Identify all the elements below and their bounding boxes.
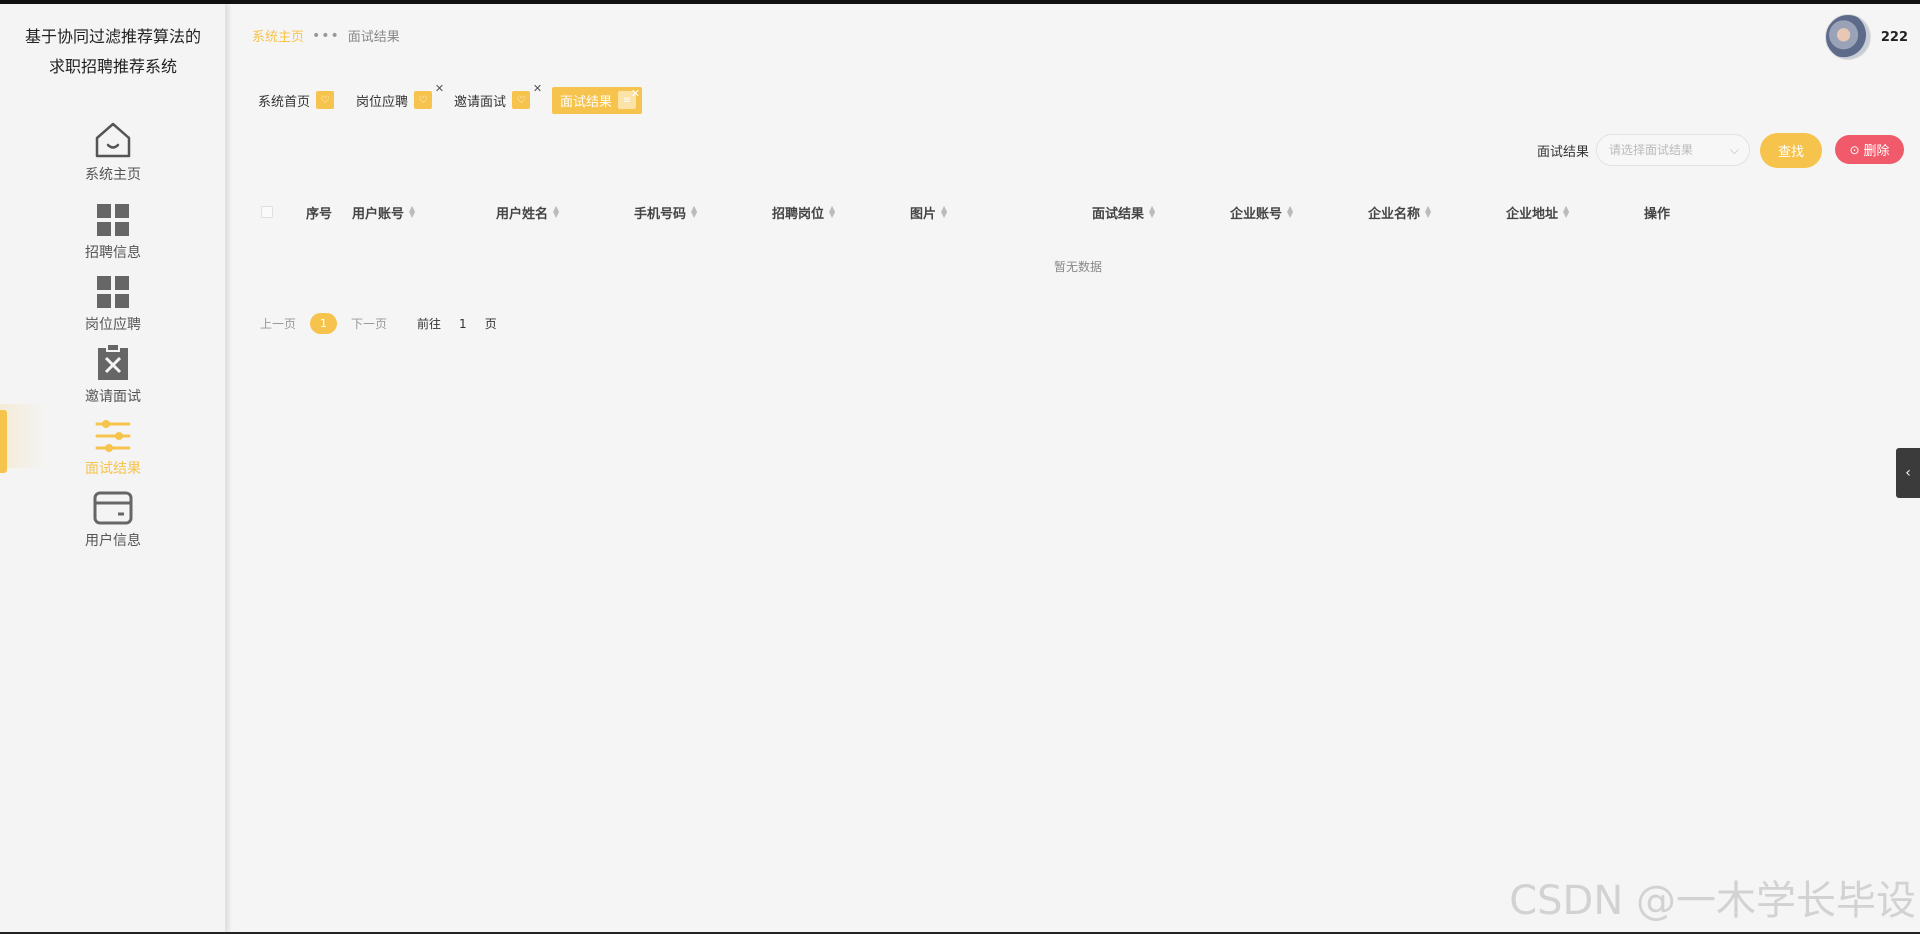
heart-icon: ♡ (414, 91, 433, 109)
sort-icon[interactable]: ▲ ▼ (1149, 205, 1155, 219)
app-title-line1: 基于协同过滤推荐算法的 (24, 27, 201, 46)
select-placeholder: 请选择面试结果 (1609, 143, 1694, 157)
page-1-button[interactable]: 1 (310, 313, 338, 334)
sort-icon[interactable]: ▲ ▼ (829, 205, 835, 219)
page-unit-label: 页 (484, 317, 497, 331)
window-top-border (0, 0, 1920, 4)
tag-label: 邀请面试 (454, 94, 507, 110)
sidebar-item-home[interactable]: 系统主页 (0, 116, 226, 188)
chevron-left-icon[interactable]: ‹ (1896, 448, 1920, 498)
breadcrumb-separator: ••• (312, 27, 340, 44)
sliders-icon (90, 410, 136, 454)
column-user-name[interactable]: 用户姓名 ▲ ▼ (496, 198, 559, 226)
breadcrumb-home[interactable]: 系统主页 (252, 26, 304, 45)
goto-label: 前往 (417, 317, 442, 331)
search-button[interactable]: 查找 (1760, 133, 1822, 168)
column-company-name[interactable]: 企业名称 ▲ ▼ (1368, 198, 1431, 226)
empty-state: 暂无数据 (1054, 260, 1103, 274)
delete-icon: ⊙ (1849, 142, 1860, 157)
close-icon[interactable]: ✕ (533, 82, 542, 95)
sort-icon[interactable]: ▲ ▼ (409, 205, 415, 219)
app-title-line2: 求职招聘推荐系统 (48, 57, 177, 76)
column-actions: 操作 (1644, 206, 1671, 222)
sidebar-item-user-info[interactable]: 用户信息 (0, 482, 226, 554)
app-title: 基于协同过滤推荐算法的 求职招聘推荐系统 (0, 22, 226, 82)
close-icon[interactable]: ✕ (435, 82, 444, 95)
tab-tags: 系统首页 ♡ 岗位应聘 ♡ ✕ 邀请面试 ♡ ✕ 面试结果 ≡ ✕ (258, 82, 664, 114)
tag-applications[interactable]: 岗位应聘 ♡ ✕ (356, 82, 444, 114)
column-image[interactable]: 图片 ▲ ▼ (910, 198, 947, 226)
close-icon[interactable]: ✕ (631, 87, 640, 100)
avatar[interactable] (1824, 14, 1871, 60)
table-header: 序号 用户账号 ▲ ▼ 用户姓名 ▲ ▼ 手机号码 ▲ ▼ 招聘岗位 ▲ ▼ 图片 ▲ ▼ 面试结果… (258, 198, 1908, 226)
delete-button[interactable]: ⊙ 删除 (1835, 135, 1904, 164)
tag-home[interactable]: 系统首页 ♡ (258, 86, 335, 114)
username: 222 (1880, 29, 1908, 45)
clipboard-x-icon (90, 338, 136, 382)
tag-label: 面试结果 (560, 94, 613, 110)
tag-interview-invites[interactable]: 邀请面试 ♡ ✕ (454, 82, 542, 114)
sidebar-item-applications[interactable]: 岗位应聘 (0, 266, 226, 338)
chevron-down-icon: ⌵ (1729, 143, 1739, 157)
sort-icon[interactable]: ▲ ▼ (1563, 205, 1569, 219)
column-job[interactable]: 招聘岗位 ▲ ▼ (772, 198, 835, 226)
filter-label: 面试结果 (1537, 145, 1590, 160)
sidebar-item-label: 招聘信息 (85, 245, 141, 261)
tag-label: 系统首页 (258, 94, 311, 110)
column-phone[interactable]: 手机号码 ▲ ▼ (634, 198, 697, 226)
sidebar-item-interview-invites[interactable]: 邀请面试 (0, 338, 226, 410)
delete-button-label: 删除 (1863, 143, 1890, 158)
heart-icon: ♡ (316, 91, 335, 109)
home-icon (90, 116, 136, 160)
sort-icon[interactable]: ▲ ▼ (691, 205, 697, 219)
sort-icon[interactable]: ▲ ▼ (1287, 205, 1293, 219)
sidebar-item-label: 系统主页 (85, 167, 141, 183)
sidebar-item-label: 用户信息 (85, 533, 141, 549)
column-company-account[interactable]: 企业账号 ▲ ▼ (1230, 198, 1293, 226)
sidebar: 基于协同过滤推荐算法的 求职招聘推荐系统 系统主页 招聘信息 岗位应聘 邀请面试… (0, 4, 226, 932)
column-result[interactable]: 面试结果 ▲ ▼ (1092, 198, 1155, 226)
goto-page-input[interactable]: 1 (459, 317, 467, 331)
watermark: CSDN @一木学长毕设 (1509, 878, 1916, 924)
next-page-button[interactable]: 下一页 (351, 315, 387, 332)
sidebar-item-jobs[interactable]: 招聘信息 (0, 194, 226, 266)
breadcrumb: 系统主页 ••• 面试结果 (252, 26, 400, 46)
sidebar-item-label: 岗位应聘 (85, 317, 141, 333)
tag-label: 岗位应聘 (356, 94, 409, 110)
card-icon (90, 482, 136, 526)
prev-page-button[interactable]: 上一页 (260, 315, 296, 332)
tag-interview-results[interactable]: 面试结果 ≡ ✕ (552, 86, 643, 114)
heart-icon: ♡ (512, 91, 531, 109)
sidebar-item-label: 邀请面试 (85, 389, 141, 405)
user-menu[interactable]: 222 (1824, 14, 1908, 60)
select-all-checkbox[interactable] (261, 206, 273, 218)
column-user-account[interactable]: 用户账号 ▲ ▼ (352, 198, 415, 226)
grid-icon (90, 194, 136, 238)
sort-icon[interactable]: ▲ ▼ (941, 205, 947, 219)
grid-icon (90, 266, 136, 310)
sidebar-item-interview-results[interactable]: 面试结果 (0, 404, 226, 482)
sort-icon[interactable]: ▲ ▼ (1425, 205, 1431, 219)
column-index: 序号 (306, 206, 333, 222)
sort-icon[interactable]: ▲ ▼ (553, 205, 559, 219)
column-company-address[interactable]: 企业地址 ▲ ▼ (1506, 198, 1569, 226)
breadcrumb-current: 面试结果 (347, 30, 400, 45)
pagination: 上一页 1 下一页 前往 1 页 (260, 313, 497, 334)
result-select[interactable]: 请选择面试结果 ⌵ (1596, 134, 1750, 166)
sidebar-item-label: 面试结果 (85, 461, 141, 477)
